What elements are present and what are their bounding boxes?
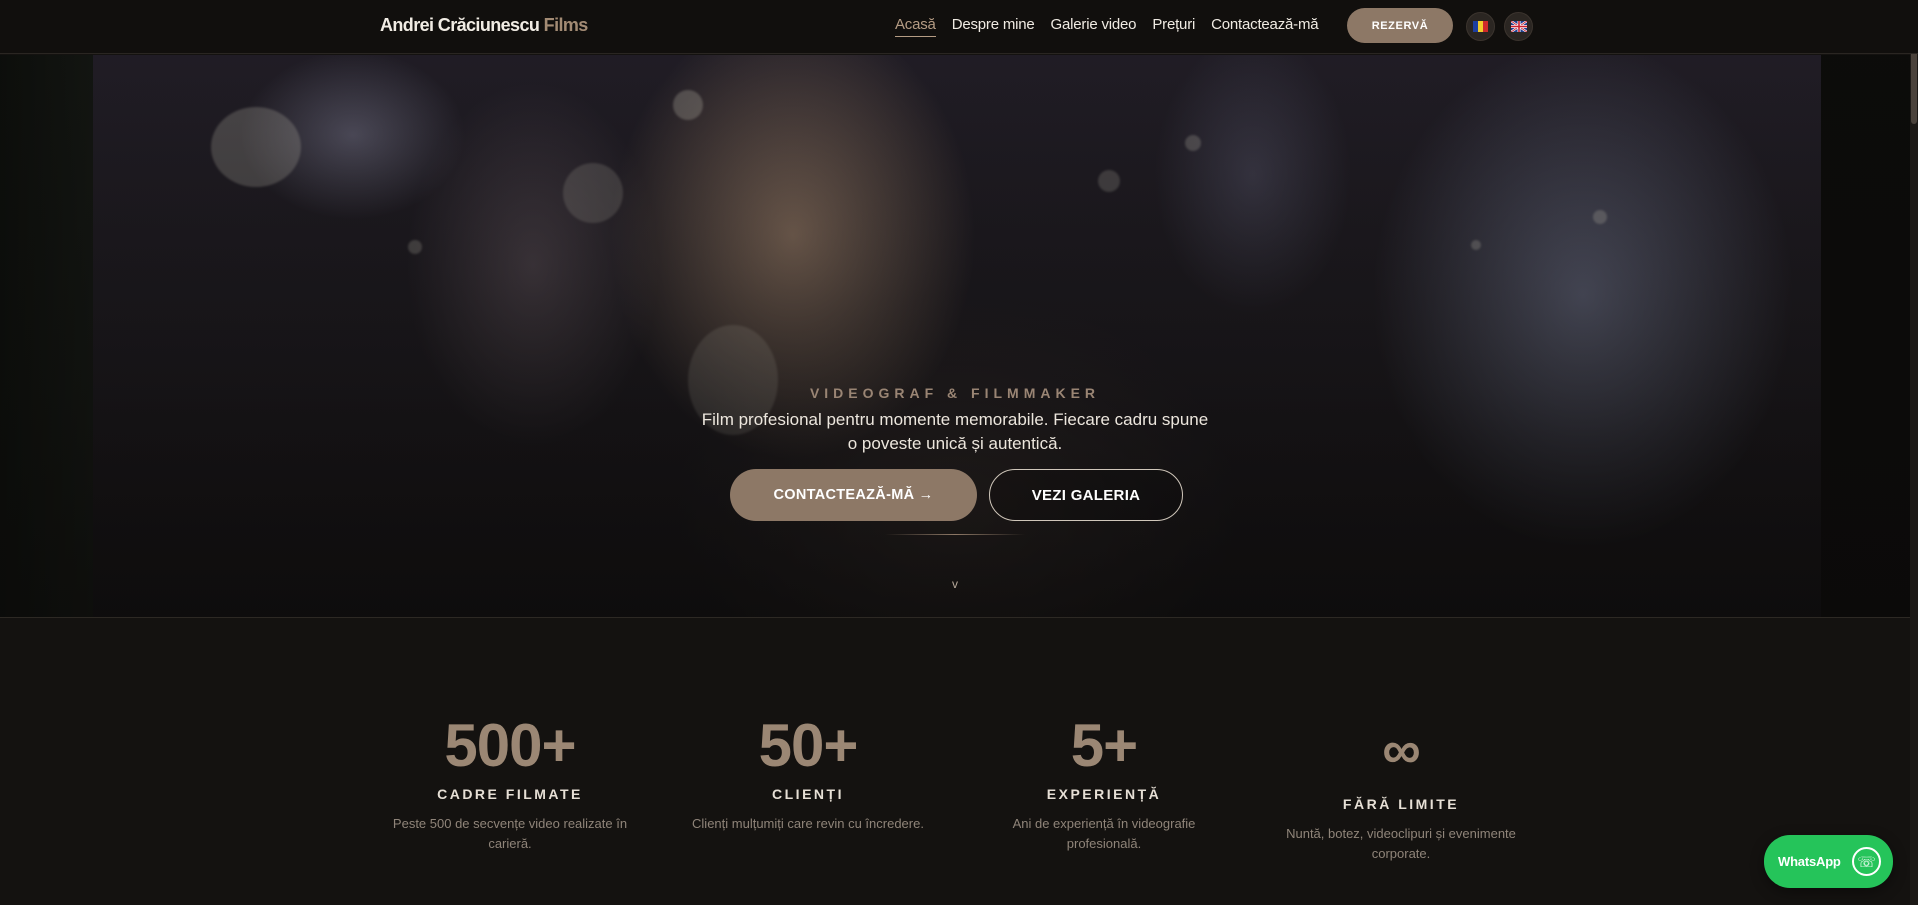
book-button[interactable]: REZERVĂ	[1347, 8, 1453, 43]
page-scrollbar[interactable]	[1910, 0, 1918, 905]
stat-value: 50+	[758, 712, 859, 779]
phone-icon: ☏	[1852, 847, 1881, 876]
hero-eyebrow: VIDEOGRAF & FILMMAKER	[809, 385, 1101, 401]
romania-flag-icon	[1473, 21, 1488, 32]
stat-title: CLIENȚI	[772, 786, 844, 802]
brand-name: Andrei Crăciunescu	[380, 15, 540, 35]
hero-subtitle: Film profesional pentru momente memorabi…	[701, 410, 1209, 453]
stat-title: CADRE FILMATE	[437, 786, 583, 802]
nav-link-contact[interactable]: Contactează-mă	[1211, 16, 1318, 37]
contact-me-button[interactable]: CONTACTEAZĂ-MĂ →	[730, 469, 977, 521]
nav-link-gallery[interactable]: Galerie video	[1051, 16, 1137, 37]
stat-value: 5+	[1070, 712, 1138, 779]
stat-item: 500+ CADRE FILMATE Peste 500 de secvențe…	[380, 714, 640, 854]
nav-link-about[interactable]: Despre mine	[952, 16, 1035, 37]
stat-description: Clienți mulțumiți care revin cu încreder…	[692, 816, 924, 831]
language-ro-button[interactable]	[1466, 12, 1495, 41]
infinity-icon: ∞	[1382, 720, 1421, 780]
stat-title: FĂRĂ LIMITE	[1342, 796, 1460, 812]
stat-item: 50+ CLIENȚI Clienți mulțumiți care revin…	[678, 714, 938, 834]
scroll-down-icon[interactable]: v	[0, 577, 1910, 591]
uk-flag-icon	[1510, 21, 1527, 32]
whatsapp-button[interactable]: WhatsApp ☏	[1764, 835, 1893, 888]
stat-title: EXPERIENȚĂ	[1046, 786, 1162, 802]
whatsapp-label: WhatsApp	[1778, 854, 1841, 869]
stat-description: Nuntă, botez, videoclipuri și evenimente…	[1286, 826, 1516, 861]
stat-item: 5+ EXPERIENȚĂ Ani de experiență în video…	[974, 714, 1234, 854]
stat-item: ∞ FĂRĂ LIMITE Nuntă, botez, videoclipuri…	[1271, 718, 1531, 864]
hero-overlay	[0, 55, 1910, 617]
nav-links: Acasă Despre mine Galerie video Prețuri …	[895, 16, 1334, 37]
section-divider	[0, 617, 1910, 618]
nav-link-prices[interactable]: Prețuri	[1152, 16, 1195, 37]
stat-description: Peste 500 de secvențe video realizate în…	[392, 816, 628, 851]
brand-accent: Films	[543, 15, 589, 35]
hero-divider	[885, 534, 1025, 535]
nav-link-home[interactable]: Acasă	[895, 16, 936, 37]
top-navbar: Andrei Crăciunescu Films Acasă Despre mi…	[0, 0, 1918, 54]
hero-section: VIDEOGRAF & FILMMAKER Film profesional p…	[0, 55, 1910, 617]
brand-logo[interactable]: Andrei Crăciunescu Films	[380, 15, 588, 36]
stat-description: Ani de experiență în videografie profesi…	[1012, 816, 1196, 851]
language-en-button[interactable]	[1504, 12, 1533, 41]
stat-value: 500+	[444, 712, 576, 779]
view-gallery-button[interactable]: VEZI GALERIA	[989, 469, 1183, 521]
